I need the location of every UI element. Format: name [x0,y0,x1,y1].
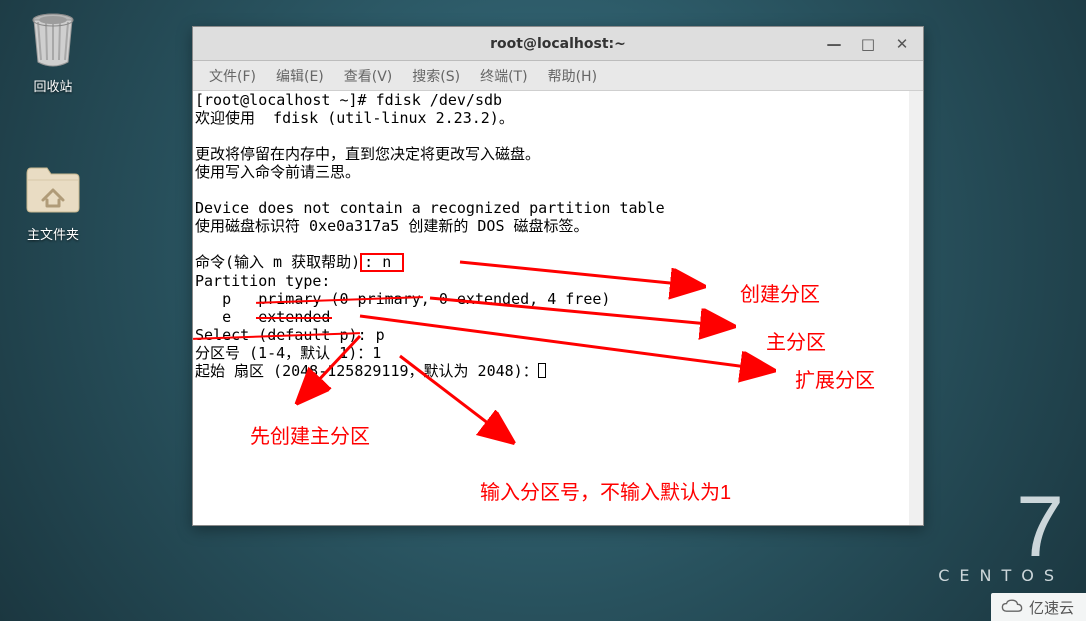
watermark: 亿速云 [991,593,1086,621]
centos-seven: 7 [938,493,1064,562]
desktop-root: 回收站 主文件夹 root@localhost:~ — □ ✕ 文件(F) 编辑… [0,0,1086,621]
centos-branding: 7 CENTOS [938,493,1064,585]
annotation-arrows [0,0,1086,621]
cloud-icon [1001,598,1023,616]
centos-word: CENTOS [938,566,1064,585]
watermark-text: 亿速云 [1029,597,1074,618]
